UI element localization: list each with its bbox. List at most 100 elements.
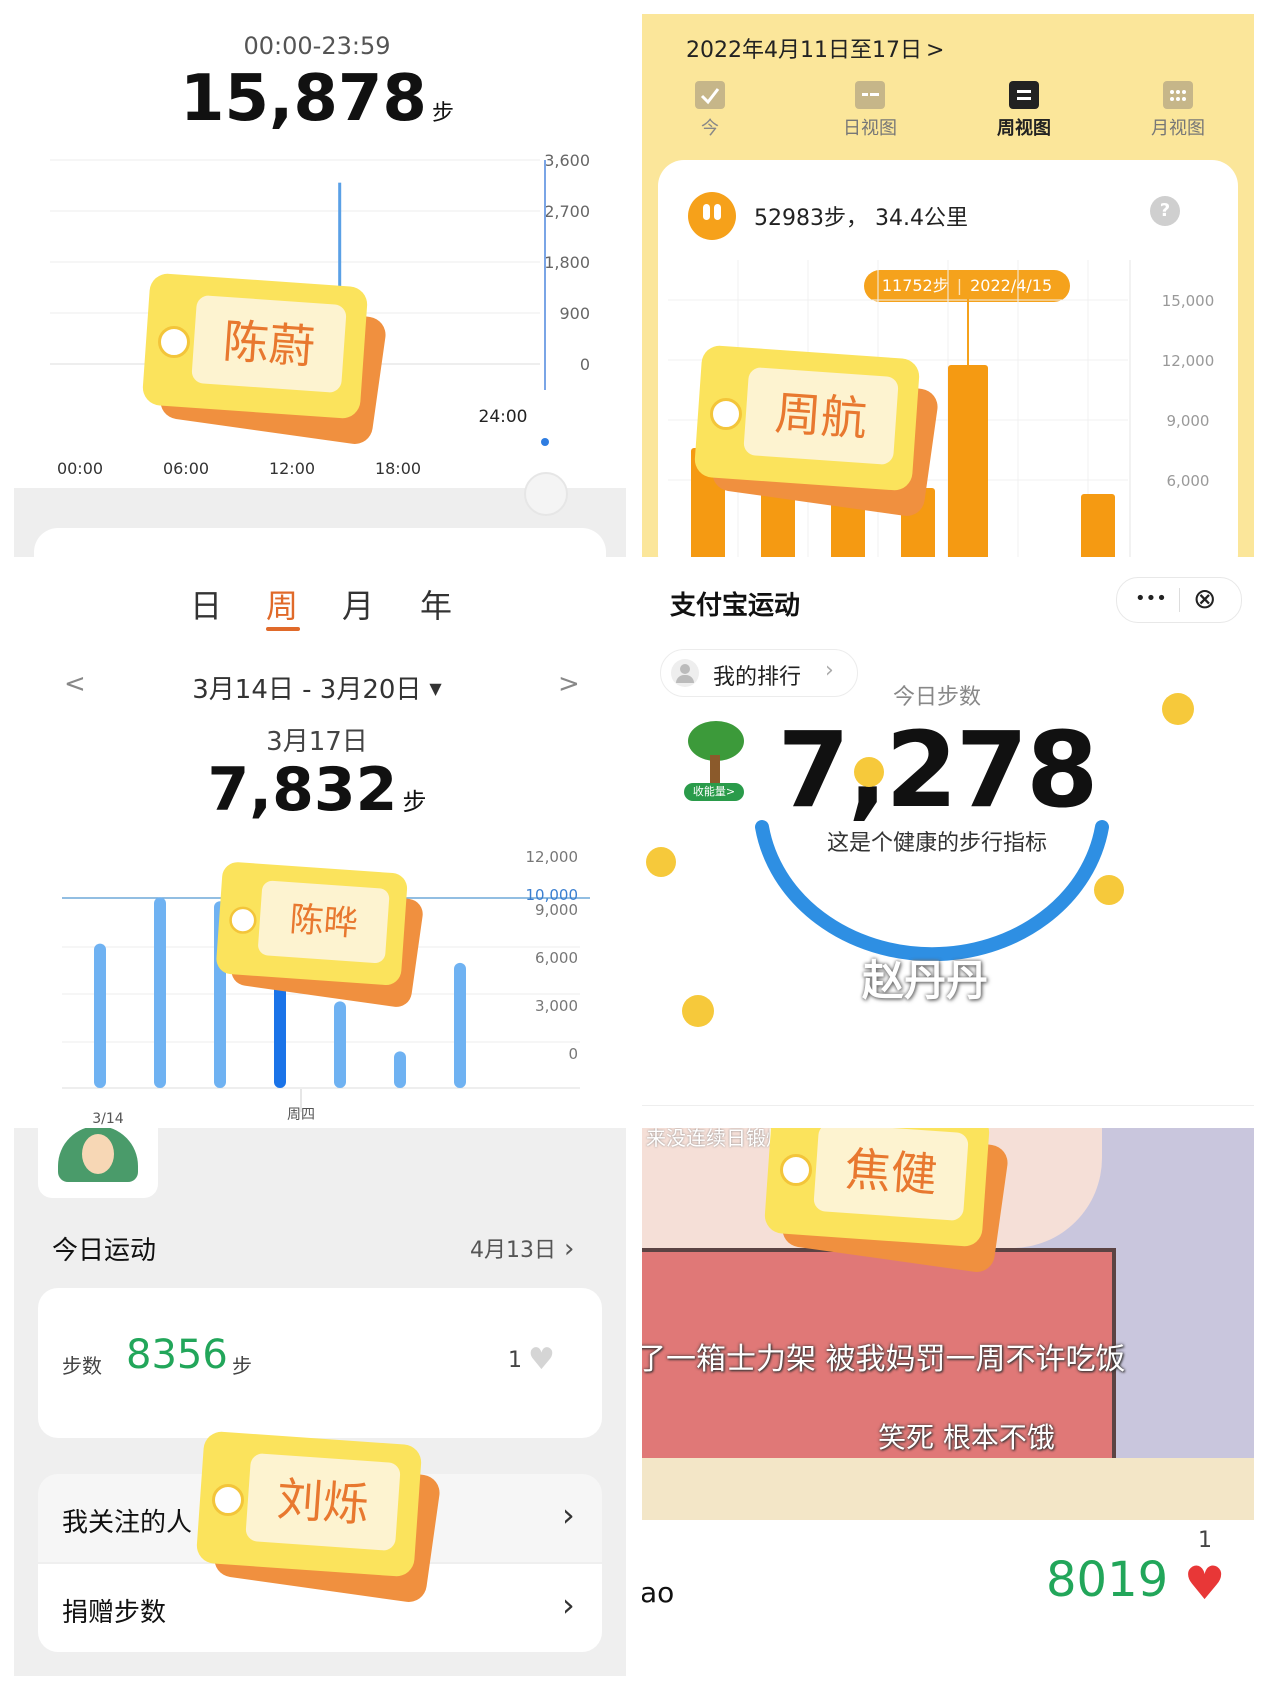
cartoon-pants	[642, 1458, 1254, 1520]
smiley-icon	[646, 847, 676, 877]
menu-label: 捐赠步数	[62, 1598, 167, 1628]
y-tick: 0	[568, 1045, 578, 1063]
calendar-icon	[1009, 81, 1039, 109]
scroll-knob[interactable]	[524, 472, 568, 516]
week-range: 3月14日 - 3月20日	[192, 675, 422, 705]
y-tick: 2,700	[544, 202, 590, 221]
tag-name: 刘烁	[275, 1471, 371, 1533]
tab-today[interactable]: 今	[670, 76, 750, 140]
app-title: 支付宝运动	[670, 591, 801, 621]
selected-day: 3月17日	[266, 727, 368, 757]
tab-label: 日视图	[843, 118, 897, 139]
steps-unit: 步	[432, 101, 455, 126]
steps-total: 15,878 步	[0, 62, 634, 136]
date-selector[interactable]: 4月13日 ›	[470, 1232, 574, 1264]
x-tick: 06:00	[163, 459, 209, 478]
tab-week-view[interactable]: 周视图	[974, 76, 1074, 140]
time-range: 00:00-23:59	[243, 32, 391, 60]
day-steps: 7,832 步	[0, 755, 634, 825]
y-tick: 12,000	[1162, 352, 1215, 370]
x-tick: 00:00	[57, 459, 103, 478]
watermark-name: 赵丹丹	[862, 956, 989, 1005]
day-bar	[394, 1051, 406, 1088]
help-icon[interactable]: ?	[1150, 196, 1180, 226]
sheet-card	[34, 528, 606, 557]
y-tick: 3,000	[535, 997, 578, 1015]
today-steps-label: 今日步数	[892, 685, 981, 710]
footprint-icon	[688, 192, 736, 240]
next-week-button[interactable]: >	[558, 669, 580, 699]
date-range-selector[interactable]: 2022年4月11日至17日 >	[686, 32, 944, 64]
smiley-icon	[682, 995, 714, 1027]
chevron-right-icon: ›	[562, 1586, 575, 1624]
steps-value: 7,832	[207, 755, 398, 825]
tag-name: 陈蔚	[221, 313, 317, 375]
bottom-sheet	[14, 472, 626, 557]
steps-value: 8019	[1046, 1552, 1169, 1608]
heart-icon[interactable]: ♥	[1184, 1560, 1225, 1606]
name-tag: 焦健	[762, 1128, 1052, 1308]
name-tag: 刘烁	[194, 1428, 454, 1618]
panel-daily-steps: 00:00-23:59 15,878 步 3,600 2,700 1,800 9…	[0, 0, 634, 557]
bottom-divider	[642, 1105, 1254, 1106]
y-tick: 6,000	[535, 949, 578, 967]
panel-alipay-sport: 支付宝运动 ••• ⊗ 我的排行 › 收能量> 今日步数 7,278 这是个健康…	[642, 557, 1254, 1120]
day-bar	[1081, 494, 1115, 557]
steps-card[interactable]: 步数 8356 步 1 ♥	[38, 1288, 602, 1438]
tab-label: 月视图	[1151, 118, 1205, 139]
now-dot	[541, 438, 549, 446]
date-value: 4月13日	[470, 1238, 556, 1263]
y-tick: 15,000	[1162, 292, 1215, 310]
summary-text: 52983步， 34.4公里	[754, 206, 968, 231]
steps-value: 15,878	[179, 62, 427, 136]
tab-day[interactable]: 日	[190, 581, 222, 627]
y-tick: 6,000	[1167, 472, 1210, 490]
heart-icon[interactable]: ♥	[528, 1342, 555, 1377]
x-tick: 周四	[287, 1107, 315, 1123]
calendar-icon	[855, 81, 885, 109]
like-count: 1	[1198, 1528, 1212, 1553]
tab-month-view[interactable]: 月视图	[1128, 76, 1228, 140]
check-calendar-icon	[695, 81, 725, 109]
day-bar	[154, 897, 166, 1088]
panel-weekly-view: 2022年4月11日至17日 > 今 日视图 周视图 月视图 52983步， 34…	[642, 14, 1254, 557]
tag-name: 焦健	[843, 1141, 939, 1203]
health-text: 这是个健康的步行指标	[826, 831, 1047, 856]
mini-program-capsule: ••• ⊗	[1116, 577, 1242, 623]
calendar-grid-icon	[1163, 81, 1193, 109]
tab-label: 今	[701, 118, 719, 139]
user-icon	[671, 659, 699, 687]
x-tick: 18:00	[375, 459, 421, 478]
more-button[interactable]: •••	[1135, 588, 1167, 609]
day-bar	[94, 943, 106, 1088]
date-range: 2022年4月11日至17日	[686, 38, 922, 63]
like-count: 1	[508, 1348, 522, 1373]
user-name: ao	[642, 1576, 675, 1609]
tab-day-view[interactable]: 日视图	[820, 76, 920, 140]
close-icon[interactable]: ⊗	[1193, 582, 1216, 615]
now-label: 24:00	[479, 407, 528, 427]
y-tick: 12,000	[526, 848, 579, 866]
panel-today-exercise: 今日运动 4月13日 › 步数 8356 步 1 ♥ 我关注的人 › 捐赠步数 ›…	[14, 1128, 626, 1676]
panel-video-post: 来没连续日锻炼 了一箱士力架 被我妈罚一周不许吃饭 笑死 根本不饿 ao 1 8…	[642, 1128, 1254, 1676]
avatar[interactable]	[38, 1128, 158, 1198]
smiley-icon	[854, 757, 884, 787]
tree-badge: 收能量>	[684, 783, 744, 801]
chevron-right-icon: ›	[564, 1234, 575, 1264]
name-tag: 陈蔚	[140, 270, 400, 460]
video-caption: 笑死 根本不饿	[878, 1421, 1055, 1454]
tab-label: 周视图	[997, 118, 1051, 139]
steps-value: 8356	[126, 1332, 228, 1378]
name-tag: 周航	[692, 342, 972, 542]
chevron-right-icon: >	[925, 38, 945, 63]
menu-label: 我关注的人	[62, 1508, 193, 1538]
tab-week[interactable]: 周	[266, 581, 298, 627]
steps-unit: 步	[232, 1354, 252, 1378]
day-bar	[454, 962, 466, 1088]
week-range-selector[interactable]: 3月14日 - 3月20日 ▼	[0, 669, 634, 706]
caret-down-icon: ▼	[429, 679, 442, 698]
tab-year[interactable]: 年	[420, 581, 452, 627]
tab-week-underline	[266, 627, 300, 631]
tab-month[interactable]: 月	[342, 581, 374, 627]
steps-label: 步数	[62, 1354, 102, 1378]
